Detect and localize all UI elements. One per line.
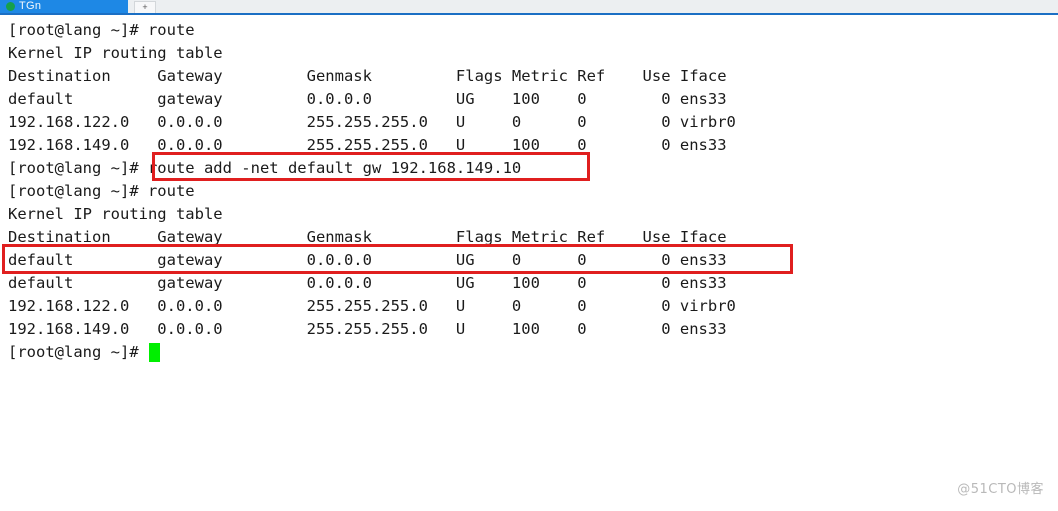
- terminal-line-table2-row-4: 192.168.149.0 0.0.0.0 255.255.255.0 U 10…: [8, 320, 727, 338]
- tab-title: TGn: [19, 0, 42, 12]
- terminal-output[interactable]: [root@lang ~]# route Kernel IP routing ta…: [0, 15, 1058, 511]
- tab-active[interactable]: TGn: [0, 0, 128, 13]
- watermark: @51CTO博客: [957, 482, 1044, 497]
- terminal-line-table2-header: Destination Gateway Genmask Flags Metric…: [8, 228, 727, 246]
- terminal-line-cmd-route-add: [root@lang ~]# route add -net default gw…: [8, 159, 522, 177]
- terminal-line-table2-row-2: default gateway 0.0.0.0 UG 100 0 0 ens33: [8, 274, 727, 292]
- terminal-line-table1-row-1: default gateway 0.0.0.0 UG 100 0 0 ens33: [8, 90, 727, 108]
- terminal-line-cmd-route-1: [root@lang ~]# route: [8, 21, 195, 39]
- terminal-line-table1-row-3: 192.168.149.0 0.0.0.0 255.255.255.0 U 10…: [8, 136, 727, 154]
- terminal-line-cmd-route-2: [root@lang ~]# route: [8, 182, 195, 200]
- terminal-line-kernel-header-2: Kernel IP routing table: [8, 205, 223, 223]
- terminal-line-table2-row-1: default gateway 0.0.0.0 UG 0 0 0 ens33: [8, 251, 727, 269]
- terminal-cursor: [149, 343, 161, 362]
- terminal-line-table1-header: Destination Gateway Genmask Flags Metric…: [8, 67, 727, 85]
- terminal-line-table1-row-2: 192.168.122.0 0.0.0.0 255.255.255.0 U 0 …: [8, 113, 736, 131]
- browser-tab-strip: TGn +: [0, 0, 1058, 15]
- globe-icon: [6, 2, 15, 11]
- new-tab-button[interactable]: +: [134, 1, 156, 13]
- terminal-line-prompt-final: [root@lang ~]#: [8, 343, 148, 361]
- terminal-line-table2-row-3: 192.168.122.0 0.0.0.0 255.255.255.0 U 0 …: [8, 297, 736, 315]
- terminal-line-kernel-header-1: Kernel IP routing table: [8, 44, 223, 62]
